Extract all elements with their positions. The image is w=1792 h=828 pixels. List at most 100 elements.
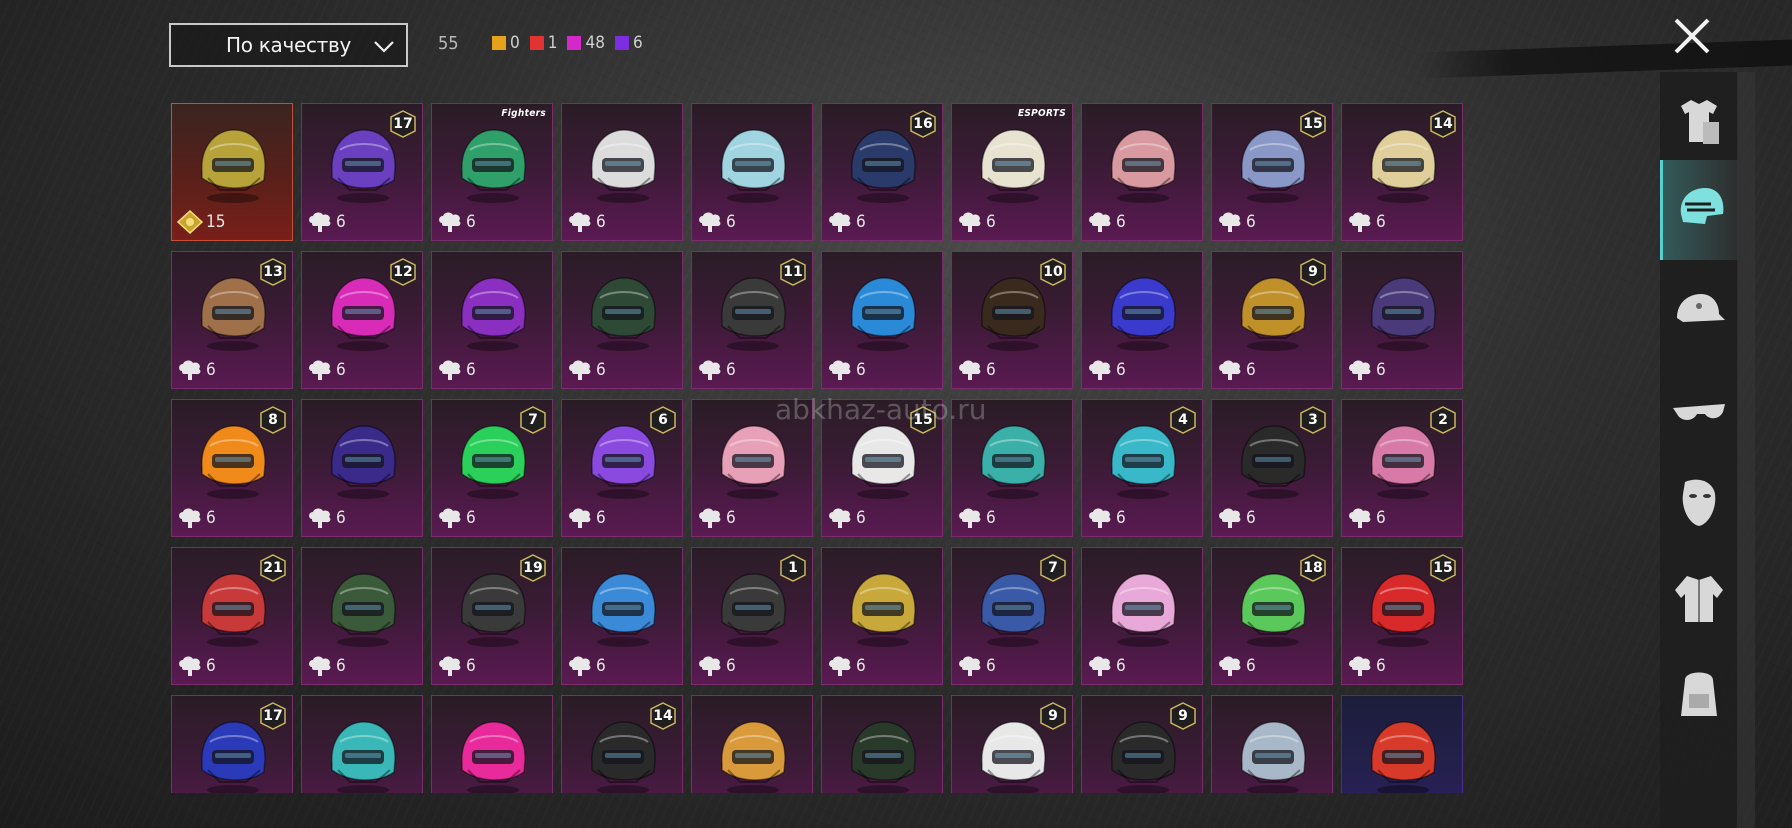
item-slot[interactable]: 9 <box>951 695 1073 793</box>
cloud-coin-icon <box>699 656 721 676</box>
item-slot[interactable]: 18 6 <box>1211 547 1333 685</box>
item-slot[interactable]: 6 <box>561 103 683 241</box>
item-cost: 6 <box>1217 358 1256 382</box>
item-slot[interactable] <box>1341 695 1463 793</box>
item-slot[interactable]: 9 6 <box>1211 251 1333 389</box>
item-cost-value: 6 <box>986 360 996 380</box>
close-icon[interactable] <box>1670 14 1714 58</box>
sidebar-item-glasses[interactable] <box>1660 362 1738 462</box>
jacket-icon <box>1675 576 1723 622</box>
item-slot[interactable]: 12 6 <box>301 251 423 389</box>
sidebar-item-jacket[interactable] <box>1660 548 1738 648</box>
item-slot[interactable] <box>301 695 423 793</box>
cloud-coin-icon <box>829 508 851 528</box>
item-slot[interactable] <box>431 695 553 793</box>
item-grid-container[interactable]: 15 17 6 Fighters 6 6 6 16 6 ESPORTS 6 6 … <box>171 103 1469 793</box>
item-cost: 6 <box>827 358 866 382</box>
cloud-coin-icon <box>1089 508 1111 528</box>
level-badge: 9 <box>1170 702 1196 730</box>
level-badge-value: 9 <box>1048 708 1058 724</box>
level-badge: 7 <box>520 406 546 434</box>
legend-swatch <box>614 36 629 50</box>
item-slot[interactable]: 19 6 <box>431 547 553 685</box>
item-slot[interactable] <box>821 695 943 793</box>
rarity-legend: 0 1 48 6 <box>492 33 643 53</box>
item-slot[interactable]: 10 6 <box>951 251 1073 389</box>
item-slot[interactable]: 6 <box>561 251 683 389</box>
legend-item: 0 <box>492 33 520 53</box>
item-grid: 15 17 6 Fighters 6 6 6 16 6 ESPORTS 6 6 … <box>171 103 1469 793</box>
level-badge-value: 15 <box>1433 560 1453 576</box>
level-badge: 2 <box>1430 406 1456 434</box>
item-cost-value: 6 <box>466 508 476 528</box>
legend-item: 6 <box>614 33 643 53</box>
item-slot[interactable]: 3 6 <box>1211 399 1333 537</box>
item-slot[interactable]: 6 <box>301 547 423 685</box>
helmet-icon <box>1371 721 1436 793</box>
chevron-down-icon <box>374 41 394 53</box>
item-slot[interactable]: 15 6 <box>1341 547 1463 685</box>
item-slot[interactable]: 16 6 <box>821 103 943 241</box>
item-slot[interactable]: 6 <box>1081 547 1203 685</box>
cloud-coin-icon <box>959 656 981 676</box>
item-slot[interactable]: 6 <box>691 103 813 241</box>
item-slot[interactable]: 6 <box>301 399 423 537</box>
item-slot[interactable]: 4 6 <box>1081 399 1203 537</box>
item-slot[interactable]: 21 6 <box>171 547 293 685</box>
item-slot[interactable]: 15 6 <box>1211 103 1333 241</box>
item-slot[interactable]: Fighters 6 <box>431 103 553 241</box>
item-cost-value: 6 <box>596 360 606 380</box>
item-slot[interactable]: 17 <box>171 695 293 793</box>
item-slot[interactable] <box>1211 695 1333 793</box>
sort-dropdown[interactable]: По качеству <box>169 23 408 67</box>
cloud-coin-icon <box>179 508 201 528</box>
item-slot[interactable]: 17 6 <box>301 103 423 241</box>
item-slot[interactable]: 6 6 <box>561 399 683 537</box>
item-slot[interactable]: 6 <box>821 547 943 685</box>
item-cost: 6 <box>1347 210 1386 234</box>
item-slot[interactable]: 7 6 <box>951 547 1073 685</box>
item-slot[interactable]: 13 6 <box>171 251 293 389</box>
item-slot[interactable]: 7 6 <box>431 399 553 537</box>
cloud-coin-icon <box>569 212 591 232</box>
item-cost: 6 <box>1347 506 1386 530</box>
item-cost-value: 6 <box>856 360 866 380</box>
item-cost: 6 <box>1087 358 1126 382</box>
glasses-icon <box>1673 404 1725 420</box>
item-cost: 6 <box>567 210 606 234</box>
item-slot[interactable]: 1 6 <box>691 547 813 685</box>
item-slot[interactable]: 6 <box>821 251 943 389</box>
sidebar-item-backpack[interactable] <box>1660 642 1738 742</box>
sidebar-item-outfit[interactable] <box>1660 72 1738 172</box>
item-slot[interactable]: 6 <box>1341 251 1463 389</box>
sidebar-item-cap[interactable] <box>1660 262 1738 362</box>
level-badge-value: 9 <box>1178 708 1188 724</box>
item-slot[interactable]: 6 <box>561 547 683 685</box>
helmet-icon <box>851 721 916 793</box>
item-slot[interactable]: 14 6 <box>1341 103 1463 241</box>
item-slot[interactable]: 14 <box>561 695 683 793</box>
item-slot[interactable]: 15 <box>171 103 293 241</box>
item-slot[interactable]: 9 <box>1081 695 1203 793</box>
item-cost-value: 6 <box>986 508 996 528</box>
item-slot[interactable]: 2 6 <box>1341 399 1463 537</box>
brand-tag: Fighters <box>501 108 546 119</box>
item-slot[interactable]: 11 6 <box>691 251 813 389</box>
item-cost-value: 6 <box>856 508 866 528</box>
watermark: abkhaz-auto.ru <box>775 393 987 426</box>
cloud-coin-icon <box>1349 656 1371 676</box>
item-cost: 6 <box>957 358 996 382</box>
level-badge-value: 19 <box>523 560 543 576</box>
item-cost-value: 6 <box>336 212 346 232</box>
item-slot[interactable]: ESPORTS 6 <box>951 103 1073 241</box>
sidebar-item-helmet[interactable] <box>1660 160 1738 260</box>
item-cost: 6 <box>307 210 346 234</box>
item-slot[interactable]: 8 6 <box>171 399 293 537</box>
item-slot[interactable]: 6 <box>1081 103 1203 241</box>
item-slot[interactable]: 6 <box>431 251 553 389</box>
item-slot[interactable]: 6 <box>1081 251 1203 389</box>
sidebar-item-mask[interactable] <box>1660 452 1738 552</box>
helmet-icon <box>591 277 656 351</box>
level-badge: 18 <box>1300 554 1326 582</box>
item-slot[interactable] <box>691 695 813 793</box>
